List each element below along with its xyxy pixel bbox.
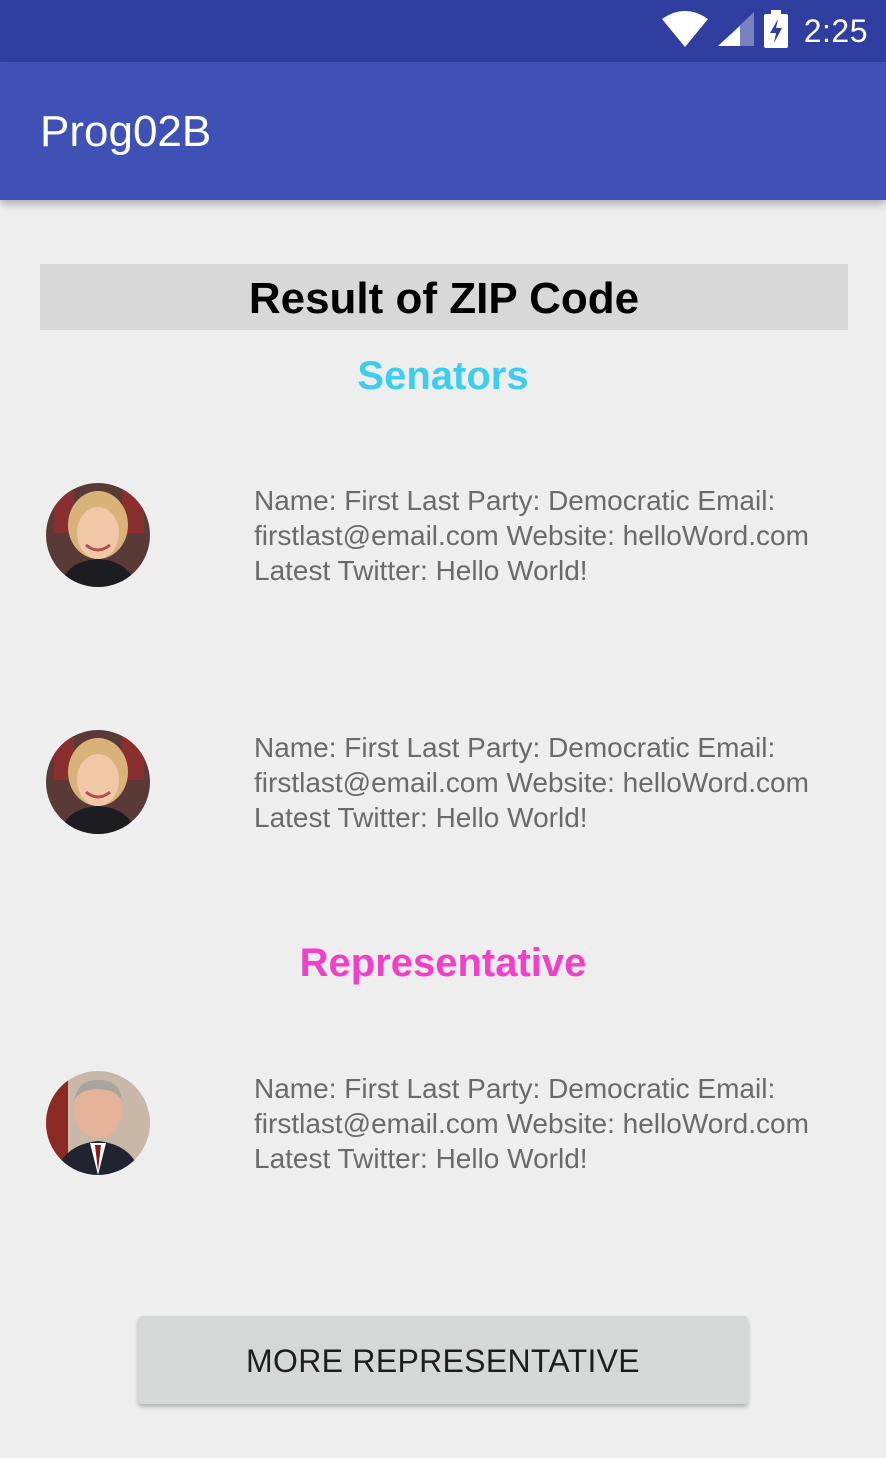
app-bar: Prog02B [0, 62, 886, 200]
status-bar: 2:25 [0, 0, 886, 62]
senator-info: Name: First Last Party: Democratic Email… [254, 485, 809, 586]
status-icons: 2:25 [661, 9, 868, 53]
app-title: Prog02B [40, 107, 212, 156]
result-title: Result of ZIP Code [248, 274, 640, 323]
status-time: 2:25 [803, 12, 868, 49]
representative-avatar [46, 1071, 150, 1175]
senators-title: Senators [357, 354, 529, 398]
senator-info: Name: First Last Party: Democratic Email… [254, 732, 809, 833]
wifi-icon [661, 10, 708, 52]
representative-title: Representative [299, 941, 587, 985]
result-header: Result of ZIP Code [40, 264, 848, 330]
cell-signal-icon [717, 11, 754, 51]
battery-charging-icon [763, 9, 788, 53]
representative-info: Name: First Last Party: Democratic Email… [254, 1073, 809, 1174]
senator-avatar [46, 483, 150, 587]
senator-avatar [46, 730, 150, 834]
more-representative-button[interactable]: MORE REPRESENTATIVE [138, 1316, 748, 1404]
